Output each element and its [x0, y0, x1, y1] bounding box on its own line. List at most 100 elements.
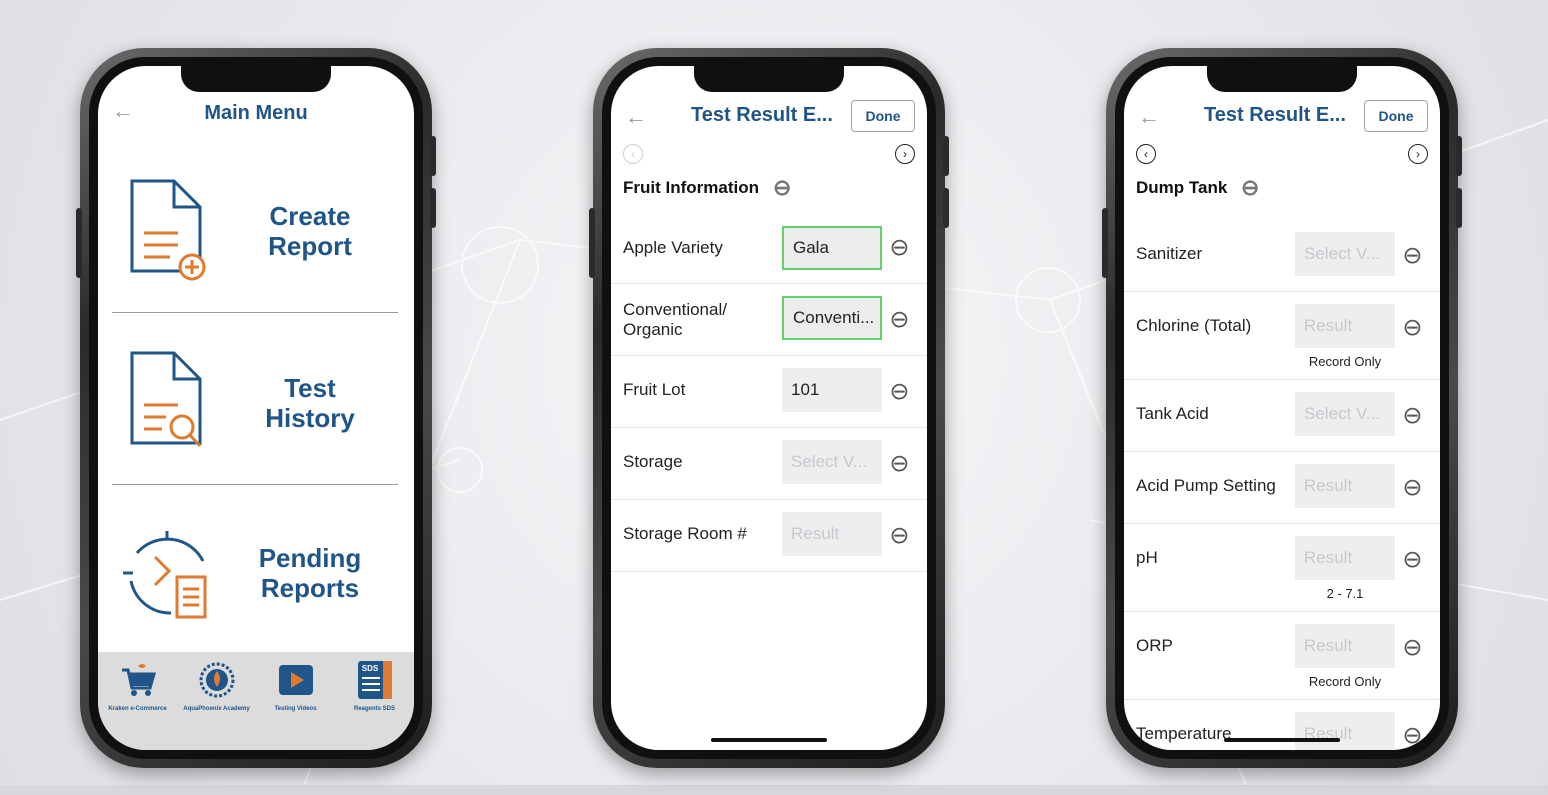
create-report-button[interactable]: Create Report [112, 146, 398, 316]
field-label: ORP [1136, 636, 1173, 655]
footer-item-academy[interactable]: AquaPhoenix Academy [177, 660, 256, 750]
conventional-organic-select[interactable]: Conventi... [782, 296, 882, 340]
acid-pump-setting-input[interactable]: Result [1295, 464, 1395, 508]
form-row: Conventional/ Organic Conventi... ⊘ [611, 284, 927, 356]
paperclip-icon[interactable]: ⊘ [1396, 399, 1429, 432]
main-menu-screen: ← Main Menu Create Report Test History P… [98, 66, 414, 750]
back-arrow-icon[interactable]: ← [1138, 106, 1160, 128]
done-button[interactable]: Done [851, 100, 915, 132]
section-nav: ‹ › [1136, 144, 1428, 166]
fruit-information-screen: ← Test Result E... Done ‹ › Fruit Inform… [611, 66, 927, 750]
paperclip-icon[interactable]: ⊘ [883, 519, 916, 552]
field-note: 2 - 7.1 [1326, 586, 1364, 601]
cart-icon [118, 660, 158, 700]
field-label: Apple Variety [623, 238, 723, 257]
section-title: Dump Tank ⊘ [1136, 172, 1266, 203]
paperclip-icon[interactable]: ⊘ [883, 375, 916, 408]
paperclip-icon[interactable]: ⊘ [1396, 719, 1429, 750]
footer-label: Kraken e-Commerce [108, 706, 167, 712]
field-label: Storage [623, 452, 683, 471]
footer-item-sds[interactable]: SDS Reagents SDS [335, 660, 414, 750]
section-nav: ‹ › [623, 144, 915, 166]
paperclip-icon[interactable]: ⊘ [1396, 311, 1429, 344]
form-row: pH Result 2 - 7.1 ⊘ [1124, 524, 1440, 612]
form-row: ORP Result Record Only ⊘ [1124, 612, 1440, 700]
field-label: Tank Acid [1136, 404, 1209, 423]
footer-label: Reagents SDS [353, 706, 395, 712]
paperclip-icon[interactable]: ⊘ [1396, 239, 1429, 272]
field-label: Temperature [1136, 724, 1232, 743]
paperclip-icon[interactable]: ⊘ [767, 172, 798, 203]
form-row: Storage Select V... ⊘ [611, 428, 927, 500]
divider [112, 484, 398, 485]
field-note: Record Only [1308, 674, 1382, 689]
next-section-icon[interactable]: › [1408, 144, 1428, 164]
form-row: Apple Variety Gala ⊘ [611, 212, 927, 284]
section-label: Dump Tank [1136, 178, 1228, 197]
paperclip-icon[interactable]: ⊘ [1396, 631, 1429, 664]
paperclip-icon[interactable]: ⊘ [1236, 172, 1267, 203]
field-label: Acid Pump Setting [1136, 476, 1276, 495]
paperclip-icon[interactable]: ⊘ [883, 447, 916, 480]
field-label: Storage Room # [623, 524, 747, 543]
create-report-label: Create Report [268, 201, 352, 261]
header: ← Test Result E... Done [611, 98, 927, 138]
field-note: Record Only [1308, 354, 1382, 369]
paperclip-icon[interactable]: ⊘ [1396, 471, 1429, 504]
footer-label: AquaPhoenix Academy [183, 706, 250, 712]
paperclip-icon[interactable]: ⊘ [883, 231, 916, 264]
page-title: Test Result E... [691, 104, 833, 126]
footer-toolbar: Kraken e-Commerce AquaPhoenix Academy Te… [98, 652, 414, 750]
form-row: Sanitizer Select V... ⊘ [1124, 220, 1440, 292]
paperclip-icon[interactable]: ⊘ [1396, 543, 1429, 576]
sds-badge: SDS [361, 664, 378, 673]
phone-fruit-information: ← Test Result E... Done ‹ › Fruit Inform… [589, 48, 949, 768]
next-section-icon[interactable]: › [895, 144, 915, 164]
temperature-input[interactable]: Result [1295, 712, 1395, 750]
sanitizer-select[interactable]: Select V... [1295, 232, 1395, 276]
create-report-icon [112, 171, 222, 291]
test-history-button[interactable]: Test History [112, 318, 398, 488]
field-label: Chlorine (Total) [1136, 316, 1252, 335]
ph-input[interactable]: Result [1295, 536, 1395, 580]
done-button[interactable]: Done [1364, 100, 1428, 132]
play-icon [278, 660, 314, 700]
footer-item-videos[interactable]: Testing Videos [256, 660, 335, 750]
page-title: Test Result E... [1204, 104, 1346, 126]
fruit-lot-input[interactable]: 101 [782, 368, 882, 412]
home-indicator [711, 738, 827, 742]
pending-reports-button[interactable]: Pending Reports [112, 488, 398, 658]
sds-icon: SDS [357, 660, 393, 700]
dump-tank-screen: ← Test Result E... Done ‹ › Dump Tank ⊘ … [1124, 66, 1440, 750]
back-arrow-icon[interactable]: ← [625, 106, 647, 128]
form-row: Storage Room # Result ⊘ [611, 500, 927, 572]
section-title: Fruit Information ⊘ [623, 172, 798, 203]
phone-main-menu: ← Main Menu Create Report Test History P… [76, 48, 436, 768]
chlorine-total-input[interactable]: Result [1295, 304, 1395, 348]
field-label: pH [1136, 548, 1158, 567]
form-row: Acid Pump Setting Result ⊘ [1124, 452, 1440, 524]
footer-item-kraken[interactable]: Kraken e-Commerce [98, 660, 177, 750]
academy-icon [197, 660, 237, 700]
notch [181, 66, 331, 92]
header: ← Test Result E... Done [1124, 98, 1440, 138]
notch [1207, 66, 1357, 92]
apple-variety-select[interactable]: Gala [782, 226, 882, 270]
footer-label: Testing Videos [274, 706, 317, 712]
storage-select[interactable]: Select V... [782, 440, 882, 484]
field-label: Conventional/ Organic [623, 300, 727, 339]
phone-dump-tank: ← Test Result E... Done ‹ › Dump Tank ⊘ … [1102, 48, 1462, 768]
form-row: Temperature Result ⊘ [1124, 700, 1440, 750]
test-history-label: Test History [265, 373, 355, 433]
notch [694, 66, 844, 92]
home-indicator [1224, 738, 1340, 742]
orp-input[interactable]: Result [1295, 624, 1395, 668]
previous-section-icon[interactable]: ‹ [1136, 144, 1156, 164]
previous-section-icon[interactable]: ‹ [623, 144, 643, 164]
storage-room-input[interactable]: Result [782, 512, 882, 556]
section-label: Fruit Information [623, 178, 759, 197]
field-label: Fruit Lot [623, 380, 686, 399]
paperclip-icon[interactable]: ⊘ [883, 303, 916, 336]
form-row: Tank Acid Select V... ⊘ [1124, 380, 1440, 452]
tank-acid-select[interactable]: Select V... [1295, 392, 1395, 436]
